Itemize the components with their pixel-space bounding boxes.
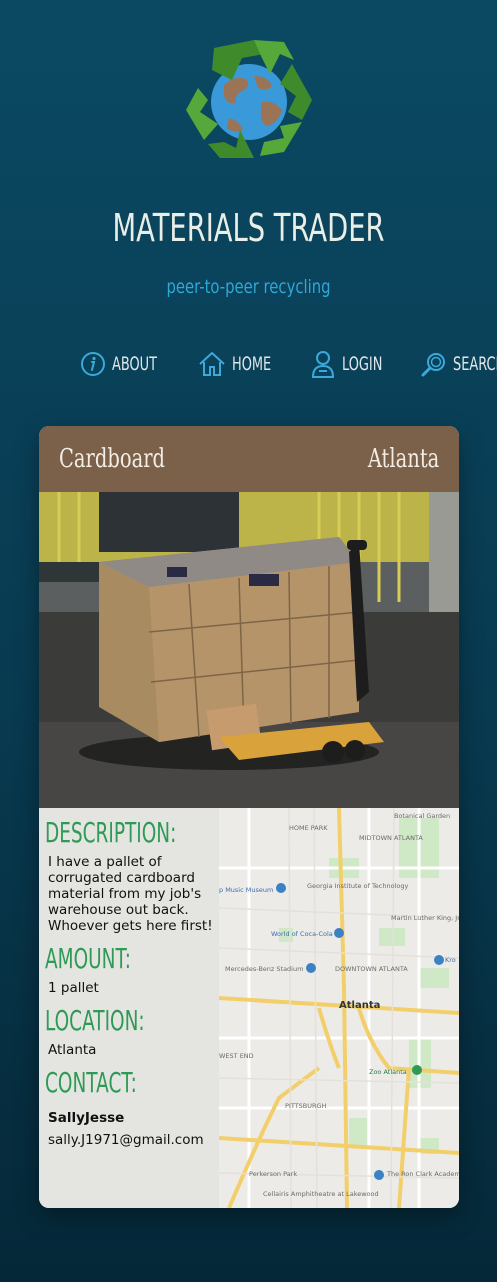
nav-about-label: ABOUT <box>112 353 157 375</box>
map-label-mlk: Martin Luther King, Jr. National Histori… <box>391 914 459 922</box>
home-icon <box>199 352 225 376</box>
site-title: MATERIALS TRADER <box>112 206 385 250</box>
map-label-music-museum: p Music Museum <box>219 886 273 894</box>
location-map[interactable]: HOME PARK MIDTOWN ATLANTA Botanical Gard… <box>219 808 459 1208</box>
map-label-perkerson: Perkerson Park <box>249 1170 297 1178</box>
map-label-mercedes: Mercedes-Benz Stadium <box>225 965 303 973</box>
amount-text: 1 pallet <box>48 980 99 996</box>
listing-card[interactable]: Cardboard Atlanta DESCRIPTION: I have a … <box>39 426 459 1208</box>
map-label-coca-cola: World of Coca-Cola <box>271 930 333 938</box>
nav-login-label: LOGIN <box>341 353 383 375</box>
map-label-kroger: Kro <box>445 956 456 964</box>
listing-header: Cardboard Atlanta <box>39 426 459 492</box>
map-label-zoo: Zoo Atlanta <box>369 1068 407 1076</box>
description-heading: DESCRIPTION: <box>45 816 177 849</box>
search-icon <box>421 353 446 377</box>
map-label-ron-clark: The Ron Clark Academy <box>386 1170 459 1178</box>
user-icon <box>311 351 334 378</box>
nav-search[interactable]: SEARCH <box>421 351 497 377</box>
map-label-downtown: DOWNTOWN ATLANTA <box>335 965 408 973</box>
map-label-west-end: WEST END <box>219 1052 254 1060</box>
listing-material: Cardboard <box>59 444 166 474</box>
listing-city: Atlanta <box>367 444 439 474</box>
nav-login[interactable]: LOGIN <box>310 349 401 379</box>
contact-name: SallyJesse <box>48 1110 125 1126</box>
map-label-cellairis: Cellairis Amphitheatre at Lakewood <box>263 1190 379 1198</box>
listing-details: DESCRIPTION: I have a pallet of corrugat… <box>39 808 219 1208</box>
recycle-globe-icon <box>186 40 312 158</box>
map-label-midtown: MIDTOWN ATLANTA <box>359 834 423 842</box>
nav-about[interactable]: ABOUT <box>80 351 178 377</box>
listing-photo <box>39 492 459 808</box>
location-heading: LOCATION: <box>45 1004 145 1037</box>
info-icon <box>81 352 105 376</box>
map-label-atlanta: Atlanta <box>339 1000 380 1011</box>
map-label-georgia-tech: Georgia Institute of Technology <box>307 882 409 890</box>
map-label-home-park: HOME PARK <box>289 824 328 832</box>
description-text: I have a pallet of corrugated cardboard … <box>48 854 213 934</box>
map-label-botanical: Botanical Garden <box>394 812 450 820</box>
amount-heading: AMOUNT: <box>45 942 131 975</box>
main-nav: ABOUT HOME LOGIN SEARCH <box>80 346 497 382</box>
nav-home-label: HOME <box>232 353 272 375</box>
nav-search-label: SEARCH <box>453 353 497 375</box>
map-label-pittsburgh: PITTSBURGH <box>285 1102 327 1110</box>
location-text: Atlanta <box>48 1042 97 1058</box>
site-tagline: peer-to-peer recycling <box>166 276 331 298</box>
contact-heading: CONTACT: <box>45 1066 137 1099</box>
contact-email[interactable]: sally.J1971@gmail.com <box>48 1132 213 1148</box>
nav-home[interactable]: HOME <box>198 351 290 377</box>
